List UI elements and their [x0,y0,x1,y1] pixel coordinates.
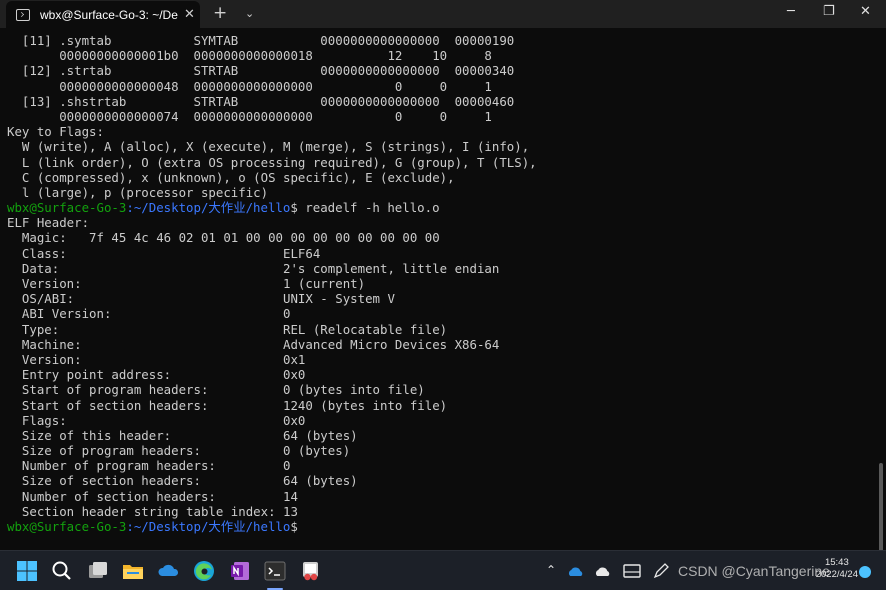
task-view-icon [89,562,107,578]
new-tab-button[interactable]: + [213,3,227,23]
terminal-line: 0000000000000074 0000000000000000 0 0 1 [7,108,492,124]
terminal-line: Size of program headers: 0 (bytes) [7,443,351,459]
pen-tray-button[interactable] [651,562,671,580]
prompt-command: $ readelf -h hello.o [290,200,440,216]
windows-logo-icon [17,561,37,581]
folder-icon [123,565,143,579]
terminal-line: Size of section headers: 64 (bytes) [7,473,358,489]
terminal-line: Section header string table index: 13 [7,503,298,519]
search-button[interactable] [50,559,74,583]
prompt-end: $ [290,519,298,534]
notification-button[interactable] [858,564,872,578]
onedrive-tray-button[interactable] [567,562,587,580]
terminal-icon [16,8,30,21]
prompt-line: wbx@Surface-Go-3:~/Desktop/大作业/hello$ [7,519,537,534]
terminal-line: Version: 1 (current) [7,276,366,291]
terminal-line: Magic: 7f 45 4c 46 02 01 01 00 00 00 00 … [7,230,440,246]
terminal-line: Start of section headers: 1240 (bytes in… [7,397,448,413]
prompt-line: wbx@Surface-Go-3:~/Desktop/大作业/hello$ re… [7,200,537,215]
keyboard-tray-icon [623,564,641,578]
terminal-line: Number of section headers: 14 [7,488,298,504]
terminal-taskbar-button[interactable] [263,559,287,590]
terminal-line: Flags: 0x0 [7,412,306,428]
snipping-tool-button[interactable] [299,559,323,583]
terminal-line: ELF Header: [7,215,90,231]
close-window-button[interactable]: ✕ [860,4,871,19]
tab-dropdown-button[interactable]: ⌄ [245,7,254,20]
terminal-line: Size of this header: 64 (bytes) [7,427,358,443]
terminal-line: ABI Version: 0 [7,306,291,322]
notification-badge-icon [859,566,871,578]
pen-icon [653,563,669,579]
maximize-button[interactable]: ❐ [823,4,835,19]
onenote-icon [231,562,249,580]
cloud-tray-button[interactable] [594,562,614,580]
clock-time: 15:43 [824,557,849,568]
terminal-line: [11] .symtab SYMTAB 0000000000000000 000… [7,33,515,48]
scrollbar-thumb[interactable] [879,463,883,563]
terminal-line: W (write), A (alloc), X (execute), M (me… [7,139,530,155]
weather-cloud-icon [595,567,610,576]
tab-close-icon[interactable]: ✕ [184,7,195,22]
terminal-tab[interactable]: wbx@Surface-Go-3: ~/De ✕ [6,1,200,28]
onenote-button[interactable] [228,559,252,583]
terminal-line: Start of program headers: 0 (bytes into … [7,382,425,398]
terminal-line: l (large), p (processor specific) [7,184,269,200]
terminal-line: [13] .shstrtab STRTAB 0000000000000000 0… [7,93,515,109]
edge-browser-button[interactable] [192,559,216,583]
clock-date: 2022/4/24 [815,569,858,580]
taskbar: ⌃ CSDN @CyanTangerine 15:43 2022/4/24 [0,550,886,590]
prompt-user: wbx@Surface-Go-3 [7,200,127,216]
prompt-user: wbx@Surface-Go-3 [7,519,127,534]
task-view-button[interactable] [86,559,110,583]
onedrive-tray-icon [568,567,583,576]
show-hidden-icons-button[interactable]: ⌃ [546,563,556,577]
terminal-line: 00000000000001b0 0000000000000018 12 10 … [7,48,492,64]
clock[interactable]: 15:43 2022/4/24 [816,557,858,581]
edge-icon [194,561,214,581]
terminal-line: Data: 2's complement, little endian [7,260,500,276]
csdn-watermark: CSDN @CyanTangerine [678,563,830,579]
file-explorer-button[interactable] [121,559,145,583]
terminal-lines: [11] .symtab SYMTAB 0000000000000000 000… [7,33,537,534]
terminal-line: Machine: Advanced Micro Devices X86-64 [7,336,500,352]
terminal-line: Version: 0x1 [7,351,306,367]
cloud-icon [158,564,179,576]
onedrive-button[interactable] [157,559,181,583]
prompt-path: :~/Desktop/大作业/hello [126,200,291,216]
terminal-line: OS/ABI: UNIX - System V [7,291,395,307]
terminal-line: Key to Flags: [7,124,104,140]
terminal-line: Number of program headers: 0 [7,458,291,474]
start-button[interactable] [15,559,39,583]
search-icon [52,561,71,580]
title-bar: wbx@Surface-Go-3: ~/De ✕ + ⌄ ─ ❐ ✕ [0,0,886,28]
terminal-line: C (compressed), x (unknown), o (OS speci… [7,169,455,185]
terminal-line: Entry point address: 0x0 [7,367,306,383]
terminal-line: L (link order), O (extra OS processing r… [7,154,537,170]
snipping-tool-icon [303,562,318,581]
terminal-output[interactable]: [11] .symtab SYMTAB 0000000000000000 000… [0,28,886,563]
tab-title: wbx@Surface-Go-3: ~/De [40,7,178,22]
prompt-path: :~/Desktop/大作业/hello [126,519,291,534]
terminal-line: [12] .strtab STRTAB 0000000000000000 000… [7,63,515,79]
terminal-app-icon [264,561,286,581]
tablet-tray-button[interactable] [622,562,642,580]
terminal-line: 0000000000000048 0000000000000000 0 0 1 [7,78,492,94]
terminal-line: Type: REL (Relocatable file) [7,321,448,337]
minimize-button[interactable]: ─ [787,4,795,19]
terminal-line: Class: ELF64 [7,245,321,261]
